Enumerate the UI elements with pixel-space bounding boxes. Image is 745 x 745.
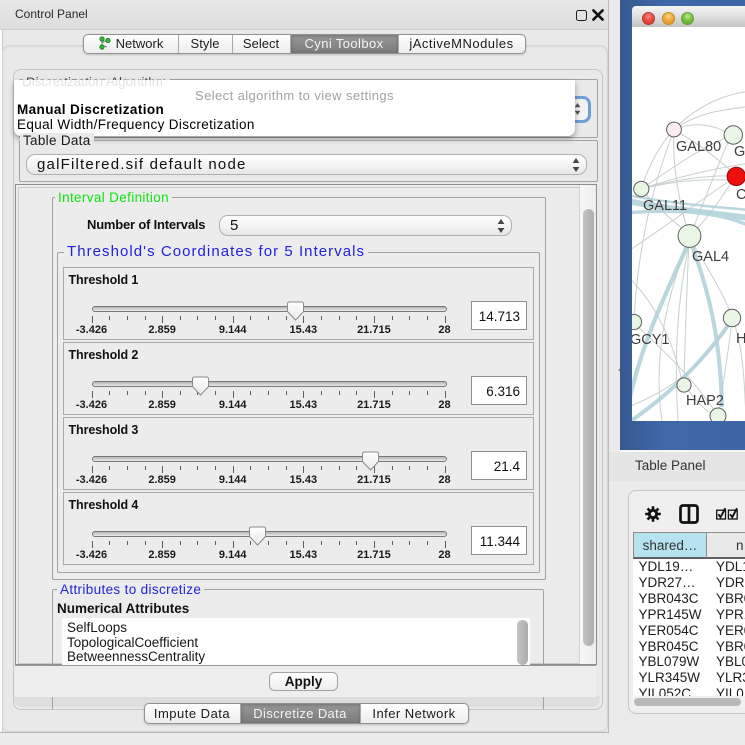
svg-text:GA: GA [734,144,745,160]
svg-text:HAP2: HAP2 [686,393,724,409]
svg-text:CD: CD [736,187,745,203]
svg-text:GAL4: GAL4 [692,249,729,265]
svg-text:GAL80: GAL80 [676,139,721,155]
svg-text:GAL11: GAL11 [643,198,687,214]
svg-text:HI: HI [736,331,745,347]
svg-text:GCY1: GCY1 [632,332,670,348]
